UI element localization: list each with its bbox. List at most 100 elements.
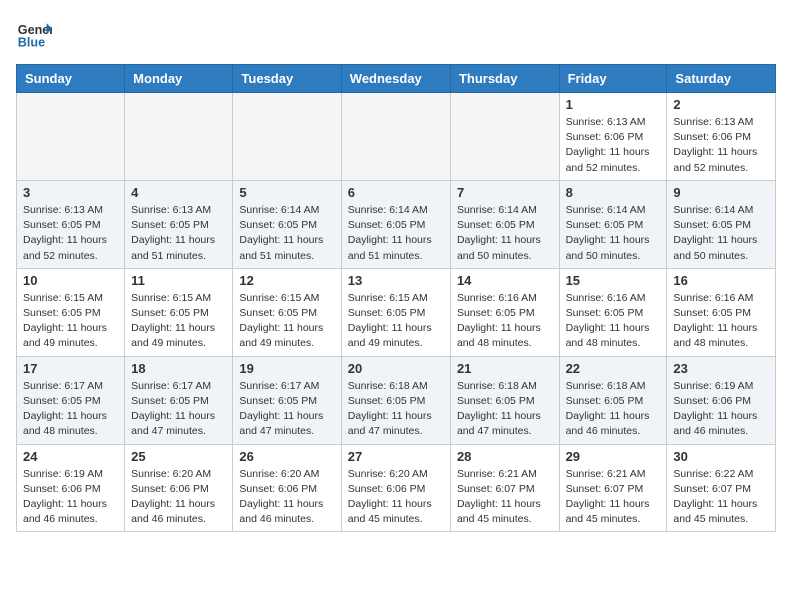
day-number: 11 xyxy=(131,273,226,288)
day-info: Sunrise: 6:20 AMSunset: 6:06 PMDaylight:… xyxy=(348,467,444,528)
calendar-cell: 12 Sunrise: 6:15 AMSunset: 6:05 PMDaylig… xyxy=(233,268,341,356)
calendar-cell: 22 Sunrise: 6:18 AMSunset: 6:05 PMDaylig… xyxy=(559,356,667,444)
day-number: 25 xyxy=(131,449,226,464)
col-header-wednesday: Wednesday xyxy=(341,65,450,93)
calendar-cell: 2 Sunrise: 6:13 AMSunset: 6:06 PMDayligh… xyxy=(667,93,776,181)
calendar-table: SundayMondayTuesdayWednesdayThursdayFrid… xyxy=(16,64,776,532)
calendar-cell: 10 Sunrise: 6:15 AMSunset: 6:05 PMDaylig… xyxy=(17,268,125,356)
calendar-cell: 30 Sunrise: 6:22 AMSunset: 6:07 PMDaylig… xyxy=(667,444,776,532)
day-number: 21 xyxy=(457,361,553,376)
calendar-cell: 4 Sunrise: 6:13 AMSunset: 6:05 PMDayligh… xyxy=(125,180,233,268)
calendar-cell: 20 Sunrise: 6:18 AMSunset: 6:05 PMDaylig… xyxy=(341,356,450,444)
day-info: Sunrise: 6:14 AMSunset: 6:05 PMDaylight:… xyxy=(239,203,334,264)
day-number: 19 xyxy=(239,361,334,376)
day-info: Sunrise: 6:15 AMSunset: 6:05 PMDaylight:… xyxy=(239,291,334,352)
calendar-cell: 29 Sunrise: 6:21 AMSunset: 6:07 PMDaylig… xyxy=(559,444,667,532)
day-number: 26 xyxy=(239,449,334,464)
day-number: 23 xyxy=(673,361,769,376)
day-number: 27 xyxy=(348,449,444,464)
day-info: Sunrise: 6:16 AMSunset: 6:05 PMDaylight:… xyxy=(673,291,769,352)
col-header-thursday: Thursday xyxy=(450,65,559,93)
day-number: 30 xyxy=(673,449,769,464)
day-info: Sunrise: 6:15 AMSunset: 6:05 PMDaylight:… xyxy=(23,291,118,352)
day-info: Sunrise: 6:14 AMSunset: 6:05 PMDaylight:… xyxy=(566,203,661,264)
calendar-week-1: 1 Sunrise: 6:13 AMSunset: 6:06 PMDayligh… xyxy=(17,93,776,181)
calendar-week-5: 24 Sunrise: 6:19 AMSunset: 6:06 PMDaylig… xyxy=(17,444,776,532)
day-info: Sunrise: 6:19 AMSunset: 6:06 PMDaylight:… xyxy=(673,379,769,440)
day-info: Sunrise: 6:19 AMSunset: 6:06 PMDaylight:… xyxy=(23,467,118,528)
day-info: Sunrise: 6:13 AMSunset: 6:05 PMDaylight:… xyxy=(131,203,226,264)
calendar-header-row: SundayMondayTuesdayWednesdayThursdayFrid… xyxy=(17,65,776,93)
calendar-week-4: 17 Sunrise: 6:17 AMSunset: 6:05 PMDaylig… xyxy=(17,356,776,444)
day-number: 14 xyxy=(457,273,553,288)
col-header-saturday: Saturday xyxy=(667,65,776,93)
calendar-cell: 23 Sunrise: 6:19 AMSunset: 6:06 PMDaylig… xyxy=(667,356,776,444)
day-number: 24 xyxy=(23,449,118,464)
day-number: 17 xyxy=(23,361,118,376)
day-number: 6 xyxy=(348,185,444,200)
calendar-cell xyxy=(450,93,559,181)
day-info: Sunrise: 6:14 AMSunset: 6:05 PMDaylight:… xyxy=(348,203,444,264)
day-info: Sunrise: 6:18 AMSunset: 6:05 PMDaylight:… xyxy=(566,379,661,440)
col-header-friday: Friday xyxy=(559,65,667,93)
calendar-week-2: 3 Sunrise: 6:13 AMSunset: 6:05 PMDayligh… xyxy=(17,180,776,268)
calendar-cell: 11 Sunrise: 6:15 AMSunset: 6:05 PMDaylig… xyxy=(125,268,233,356)
day-number: 5 xyxy=(239,185,334,200)
calendar-cell: 15 Sunrise: 6:16 AMSunset: 6:05 PMDaylig… xyxy=(559,268,667,356)
page-header: General Blue xyxy=(16,16,776,52)
calendar-cell: 1 Sunrise: 6:13 AMSunset: 6:06 PMDayligh… xyxy=(559,93,667,181)
calendar-cell: 13 Sunrise: 6:15 AMSunset: 6:05 PMDaylig… xyxy=(341,268,450,356)
day-number: 4 xyxy=(131,185,226,200)
calendar-cell: 27 Sunrise: 6:20 AMSunset: 6:06 PMDaylig… xyxy=(341,444,450,532)
logo: General Blue xyxy=(16,16,52,52)
day-info: Sunrise: 6:22 AMSunset: 6:07 PMDaylight:… xyxy=(673,467,769,528)
day-info: Sunrise: 6:18 AMSunset: 6:05 PMDaylight:… xyxy=(457,379,553,440)
calendar-cell xyxy=(125,93,233,181)
calendar-week-3: 10 Sunrise: 6:15 AMSunset: 6:05 PMDaylig… xyxy=(17,268,776,356)
day-number: 8 xyxy=(566,185,661,200)
day-info: Sunrise: 6:16 AMSunset: 6:05 PMDaylight:… xyxy=(566,291,661,352)
calendar-cell xyxy=(233,93,341,181)
day-number: 7 xyxy=(457,185,553,200)
calendar-cell: 26 Sunrise: 6:20 AMSunset: 6:06 PMDaylig… xyxy=(233,444,341,532)
day-info: Sunrise: 6:13 AMSunset: 6:06 PMDaylight:… xyxy=(673,115,769,176)
day-number: 9 xyxy=(673,185,769,200)
day-info: Sunrise: 6:14 AMSunset: 6:05 PMDaylight:… xyxy=(673,203,769,264)
day-number: 13 xyxy=(348,273,444,288)
day-info: Sunrise: 6:13 AMSunset: 6:06 PMDaylight:… xyxy=(566,115,661,176)
day-info: Sunrise: 6:20 AMSunset: 6:06 PMDaylight:… xyxy=(239,467,334,528)
logo-icon: General Blue xyxy=(16,16,52,52)
day-info: Sunrise: 6:20 AMSunset: 6:06 PMDaylight:… xyxy=(131,467,226,528)
calendar-cell: 16 Sunrise: 6:16 AMSunset: 6:05 PMDaylig… xyxy=(667,268,776,356)
calendar-cell: 17 Sunrise: 6:17 AMSunset: 6:05 PMDaylig… xyxy=(17,356,125,444)
day-info: Sunrise: 6:15 AMSunset: 6:05 PMDaylight:… xyxy=(348,291,444,352)
day-info: Sunrise: 6:17 AMSunset: 6:05 PMDaylight:… xyxy=(23,379,118,440)
day-number: 20 xyxy=(348,361,444,376)
col-header-sunday: Sunday xyxy=(17,65,125,93)
calendar-cell: 14 Sunrise: 6:16 AMSunset: 6:05 PMDaylig… xyxy=(450,268,559,356)
day-number: 29 xyxy=(566,449,661,464)
day-info: Sunrise: 6:14 AMSunset: 6:05 PMDaylight:… xyxy=(457,203,553,264)
day-number: 2 xyxy=(673,97,769,112)
day-number: 1 xyxy=(566,97,661,112)
day-info: Sunrise: 6:13 AMSunset: 6:05 PMDaylight:… xyxy=(23,203,118,264)
day-info: Sunrise: 6:15 AMSunset: 6:05 PMDaylight:… xyxy=(131,291,226,352)
day-number: 22 xyxy=(566,361,661,376)
calendar-cell: 8 Sunrise: 6:14 AMSunset: 6:05 PMDayligh… xyxy=(559,180,667,268)
day-info: Sunrise: 6:21 AMSunset: 6:07 PMDaylight:… xyxy=(457,467,553,528)
calendar-cell: 3 Sunrise: 6:13 AMSunset: 6:05 PMDayligh… xyxy=(17,180,125,268)
calendar-cell: 24 Sunrise: 6:19 AMSunset: 6:06 PMDaylig… xyxy=(17,444,125,532)
day-number: 12 xyxy=(239,273,334,288)
calendar-cell xyxy=(17,93,125,181)
calendar-cell: 18 Sunrise: 6:17 AMSunset: 6:05 PMDaylig… xyxy=(125,356,233,444)
day-number: 28 xyxy=(457,449,553,464)
svg-text:Blue: Blue xyxy=(18,36,45,50)
day-number: 15 xyxy=(566,273,661,288)
calendar-cell: 6 Sunrise: 6:14 AMSunset: 6:05 PMDayligh… xyxy=(341,180,450,268)
calendar-cell: 7 Sunrise: 6:14 AMSunset: 6:05 PMDayligh… xyxy=(450,180,559,268)
day-number: 10 xyxy=(23,273,118,288)
calendar-cell: 25 Sunrise: 6:20 AMSunset: 6:06 PMDaylig… xyxy=(125,444,233,532)
day-number: 3 xyxy=(23,185,118,200)
calendar-cell: 19 Sunrise: 6:17 AMSunset: 6:05 PMDaylig… xyxy=(233,356,341,444)
col-header-tuesday: Tuesday xyxy=(233,65,341,93)
